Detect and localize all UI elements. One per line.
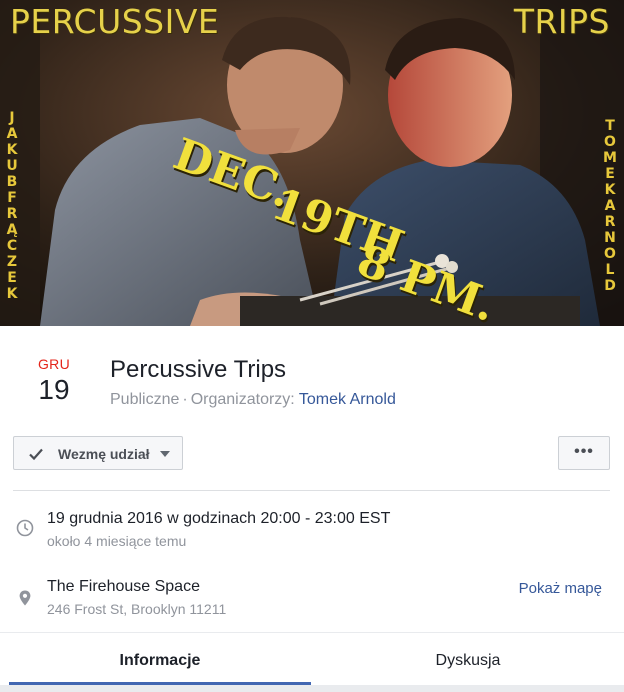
event-tabs: Informacje Dyskusja: [0, 633, 624, 685]
event-cover-photo[interactable]: PERCUSSIVE TRIPS JAKUBFRĄCZEK TOMEKARNOL…: [0, 0, 624, 326]
tab-discussion[interactable]: Dyskusja: [317, 633, 619, 685]
event-title: Percussive Trips: [110, 356, 287, 383]
poster-performer-right: TOMEKARNOLD: [603, 118, 617, 294]
clock-icon: [16, 519, 34, 537]
meta-separator: ·: [182, 391, 188, 408]
organizer-link[interactable]: Tomek Arnold: [299, 391, 396, 408]
bottom-strip: [0, 685, 624, 692]
poster-title-left: PERCUSSIVE: [10, 2, 220, 41]
caret-down-icon: [160, 451, 170, 457]
event-address: 246 Frost St, Brooklyn 11211: [47, 601, 227, 617]
event-time: 19 grudnia 2016 w godzinach 20:00 - 23:0…: [47, 510, 391, 527]
event-day: 19: [38, 374, 70, 405]
tab-information[interactable]: Informacje: [9, 633, 311, 685]
section-divider: [13, 490, 610, 491]
going-button[interactable]: Wezmę udział: [13, 436, 183, 470]
show-map-link[interactable]: Pokaż mapę: [519, 580, 602, 597]
event-privacy: Publiczne: [110, 391, 180, 408]
event-place[interactable]: The Firehouse Space: [47, 578, 200, 596]
event-month: GRU: [37, 356, 70, 372]
event-header: GRU 19 Percussive Trips Publiczne · Organi…: [0, 326, 624, 436]
event-time-relative: około 4 miesiące temu: [47, 533, 187, 549]
more-options-button[interactable]: •••: [558, 436, 610, 470]
going-button-label: Wezmę udział: [58, 446, 150, 462]
checkmark-icon: [29, 448, 43, 461]
map-pin-icon: [19, 590, 31, 606]
cover-photo-image: [0, 0, 624, 326]
more-dots-icon: •••: [574, 443, 594, 460]
poster-title-right: TRIPS: [513, 2, 610, 41]
poster-performer-left: JAKUBFRĄCZEK: [6, 110, 18, 302]
event-meta: Publiczne · Organizatorzy: Tomek Arnold: [110, 391, 396, 409]
event-date-box: GRU 19: [18, 356, 90, 406]
organizers-label: Organizatorzy:: [190, 391, 295, 408]
